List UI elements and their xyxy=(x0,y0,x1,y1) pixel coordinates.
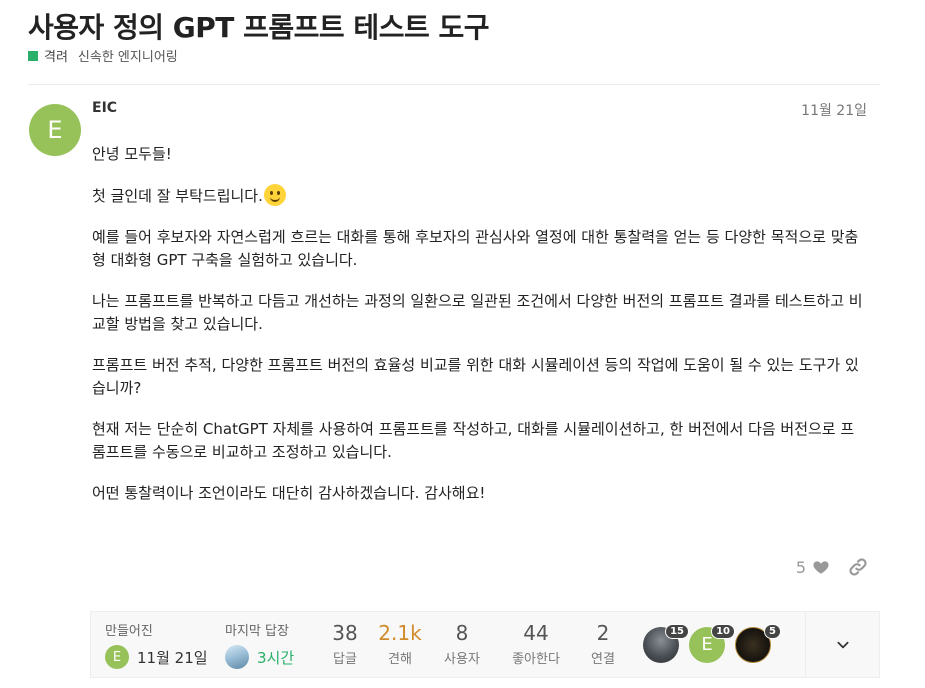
smiley-emoji-icon xyxy=(263,184,286,206)
post-count-badge: 5 xyxy=(764,623,781,639)
last-reply-label: 마지막 답장 xyxy=(225,624,289,639)
creator-avatar: E xyxy=(105,645,129,669)
topic-meta: 격려 신속한 엔지니어링 xyxy=(28,46,178,65)
post-paragraph: 현재 저는 단순히 ChatGPT 자체를 사용하여 프롬프트를 작성하고, 대… xyxy=(92,420,855,461)
stat-label: 사용자 xyxy=(444,652,480,667)
stat-number: 2 xyxy=(596,621,610,645)
stat-number: 8 xyxy=(455,621,469,645)
participant[interactable]: 5 xyxy=(735,623,781,663)
created-summary: 만들어진 E 11월 21일 xyxy=(105,612,225,677)
topic-title[interactable]: 사용자 정의 GPT 프롬프트 테스트 도구 xyxy=(28,6,490,46)
last-reply-value[interactable]: 3시간 xyxy=(225,645,323,669)
post-paragraph: 안녕 모두들! xyxy=(92,145,172,163)
chevron-down-icon xyxy=(836,641,849,648)
post-paragraph: 어떤 통찰력이나 조언이라도 대단히 감사하겠습니다. 감사해요! xyxy=(92,484,486,502)
like-count[interactable]: 5 xyxy=(796,558,806,577)
author-username[interactable]: EIC xyxy=(92,100,117,116)
post-body: 안녕 모두들! 첫 글인데 잘 부탁드립니다. 예를 들어 후보자와 자연스럽게… xyxy=(92,143,867,523)
stat-replies[interactable]: 38 답글 xyxy=(323,612,367,677)
post-paragraph: 나는 프롬프트를 반복하고 다듬고 개선하는 과정의 일환으로 일관된 조건에서… xyxy=(92,292,863,333)
stat-number: 2.1k xyxy=(378,621,422,645)
category-color-swatch xyxy=(28,50,38,61)
tag-link[interactable]: 신속한 엔지니어링 xyxy=(78,46,178,65)
stat-label: 답글 xyxy=(333,652,357,667)
post-count-badge: 15 xyxy=(665,623,689,639)
last-replier-avatar xyxy=(225,645,249,669)
participant[interactable]: E 10 xyxy=(689,623,735,663)
stat-users: 8 사용자 xyxy=(433,612,491,677)
stat-number: 44 xyxy=(523,621,549,645)
stat-label: 견해 xyxy=(388,652,412,667)
stat-number: 38 xyxy=(332,621,358,645)
post-paragraph: 첫 글인데 잘 부탁드립니다. xyxy=(92,184,867,208)
last-reply-time: 3시간 xyxy=(257,648,295,667)
category-link[interactable]: 격려 xyxy=(44,46,68,65)
expand-summary-button[interactable] xyxy=(805,612,879,677)
link-icon[interactable] xyxy=(848,557,868,577)
heart-icon[interactable] xyxy=(812,558,830,576)
post-actions: 5 xyxy=(796,557,868,577)
created-date: 11월 21일 xyxy=(137,648,208,667)
created-value[interactable]: E 11월 21일 xyxy=(105,645,225,669)
last-reply-summary: 마지막 답장 3시간 xyxy=(225,612,323,677)
created-label: 만들어진 xyxy=(105,624,153,639)
stat-links[interactable]: 2 연결 xyxy=(581,612,625,677)
stat-label: 좋아한다 xyxy=(512,652,560,667)
stat-label: 연결 xyxy=(591,652,615,667)
post-count-badge: 10 xyxy=(711,623,735,639)
stat-likes: 44 좋아한다 xyxy=(491,612,581,677)
post-paragraph: 프롬프트 버전 추적, 다양한 프롬프트 버전의 효율성 비교를 위한 대화 시… xyxy=(92,356,859,397)
title-divider xyxy=(28,84,880,85)
stat-views: 2.1k 견해 xyxy=(367,612,433,677)
post-paragraph: 예를 들어 후보자와 자연스럽게 흐르는 대화를 통해 후보자의 관심사와 열정… xyxy=(92,228,859,269)
post-date[interactable]: 11월 21일 xyxy=(801,100,867,120)
participant[interactable]: 15 xyxy=(643,623,689,663)
author-avatar[interactable]: E xyxy=(29,104,81,156)
top-participants: 15 E 10 5 xyxy=(643,612,781,677)
topic-summary: 만들어진 E 11월 21일 마지막 답장 3시간 38 답글 2.1k 견해 … xyxy=(90,611,880,678)
